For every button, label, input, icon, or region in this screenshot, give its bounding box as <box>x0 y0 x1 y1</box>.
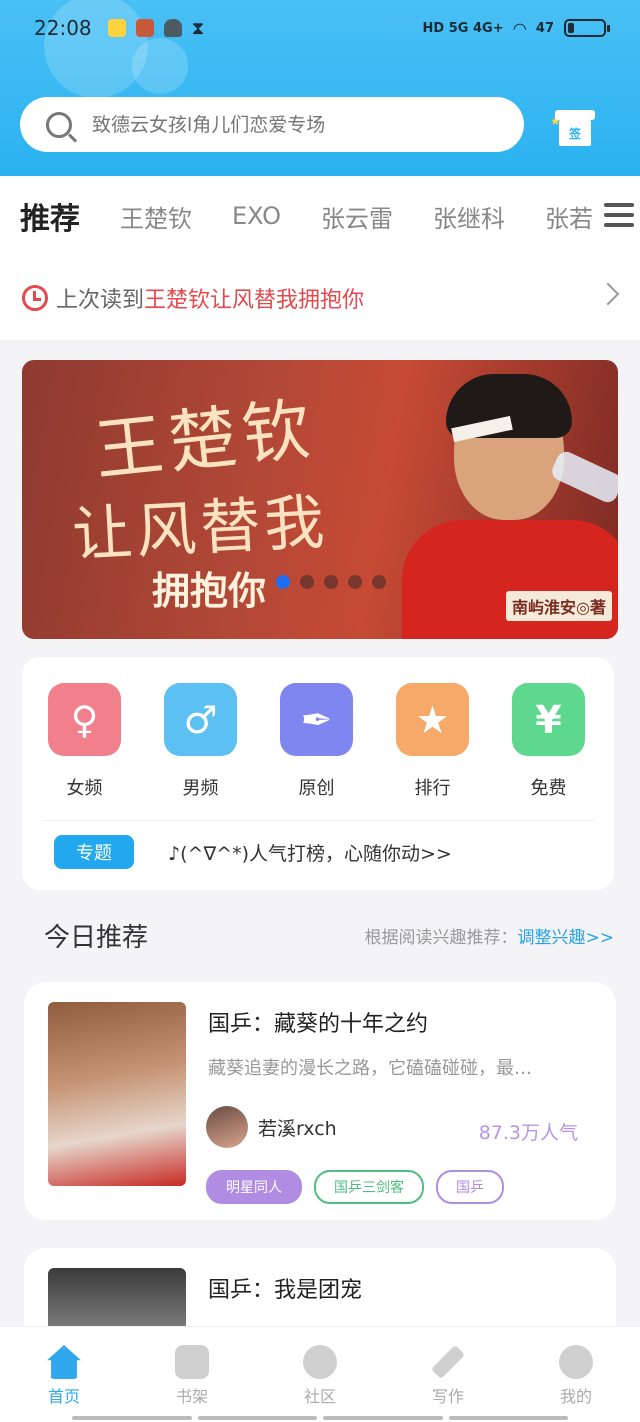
nav-label: 社区 <box>303 1387 336 1406</box>
pencil-icon <box>431 1345 465 1379</box>
book-title: 国乒：我是团宠 <box>208 1278 363 1303</box>
pagination-dot[interactable] <box>324 575 338 589</box>
bottom-nav: 首页 书架 社区 写作 我的 <box>0 1326 640 1422</box>
top-header: 22:08 ⧗ HD 5G 4G+ ◠ 47 ★ 签 <box>0 0 640 176</box>
banner-title-line3: 拥抱你 <box>152 569 267 613</box>
tab-recommend[interactable]: 推荐 <box>20 194 80 238</box>
nav-label: 我的 <box>559 1387 592 1406</box>
podium-icon: ★ <box>396 683 469 756</box>
book-description: 藏葵追妻的漫长之路，它磕磕碰碰，最… <box>208 1058 532 1079</box>
pagination-dot[interactable] <box>372 575 386 589</box>
author-name: 若溪rxch <box>258 1117 337 1140</box>
popularity-count: 87.3万人气 <box>478 1122 578 1144</box>
sign-label: 签 <box>559 120 591 146</box>
nav-home[interactable]: 首页 <box>0 1327 128 1422</box>
bookshelf-icon <box>175 1345 209 1379</box>
chat-bubble-icon <box>559 1345 593 1379</box>
banner-author: 南屿淮安◎著 <box>506 591 612 621</box>
book-card[interactable]: 国乒：藏葵的十年之约 藏葵追妻的漫长之路，它磕磕碰碰，最… 若溪rxch 87.… <box>24 982 616 1220</box>
game-icon <box>135 19 154 37</box>
nav-mine[interactable]: 我的 <box>512 1327 640 1422</box>
book-tag[interactable]: 国乒三剑客 <box>314 1170 424 1204</box>
nav-label: 写作 <box>431 1387 464 1406</box>
search-input[interactable] <box>92 113 452 136</box>
category-label: 原创 <box>298 778 335 799</box>
android-icon <box>163 19 182 37</box>
category-label: 女频 <box>66 778 103 799</box>
today-section-header: 今日推荐 根据阅读兴趣推荐：调整兴趣>> <box>0 910 640 960</box>
category-free[interactable]: ¥ 免费 <box>512 683 585 800</box>
book-tag[interactable]: 明星同人 <box>206 1170 302 1204</box>
topic-badge[interactable]: 专题 <box>54 835 134 869</box>
battery-icon <box>564 19 610 37</box>
banner-pagination <box>276 575 386 589</box>
tab-zhang-ruo[interactable]: 张若 <box>545 199 593 234</box>
planet-icon <box>303 1345 337 1379</box>
wifi-icon: ◠ <box>513 18 526 38</box>
search-icon <box>46 111 72 138</box>
status-time: 22:08 <box>34 16 92 40</box>
category-female[interactable]: ♀ 女频 <box>48 683 121 800</box>
topic-row[interactable]: 专题 ♪(^∇^*)人气打榜，心随你动>> <box>42 820 594 869</box>
category-label: 男频 <box>182 778 219 799</box>
nav-label: 首页 <box>47 1387 80 1406</box>
home-icon <box>47 1345 81 1379</box>
book-tags: 明星同人 国乒三剑客 国乒 <box>206 1170 504 1204</box>
nav-community[interactable]: 社区 <box>256 1327 384 1422</box>
yen-icon: ¥ <box>512 683 585 756</box>
hourglass-icon: ⧗ <box>191 17 205 39</box>
category-original[interactable]: ✒ 原创 <box>280 683 353 800</box>
book-author: 若溪rxch <box>206 1106 337 1148</box>
female-icon: ♀ <box>48 683 121 756</box>
last-read-title[interactable]: 王楚钦让风替我拥抱你 <box>144 282 364 314</box>
gesture-bar <box>72 1416 568 1420</box>
last-read-bar[interactable]: 上次读到 王楚钦让风替我拥抱你 <box>0 256 640 340</box>
sign-in-gift-button[interactable]: ★ 签 <box>550 104 598 146</box>
pagination-dot[interactable] <box>300 575 314 589</box>
section-title: 今日推荐 <box>44 922 149 953</box>
pen-nib-icon: ✒ <box>280 683 353 756</box>
search-bar[interactable] <box>20 97 524 152</box>
nav-bookshelf[interactable]: 书架 <box>128 1327 256 1422</box>
nav-label: 书架 <box>175 1387 208 1406</box>
clock-icon <box>22 285 48 311</box>
book-title: 国乒：藏葵的十年之约 <box>208 1012 429 1037</box>
category-label: 免费 <box>530 778 567 799</box>
category-panel: ♀ 女频 ♂ 男频 ✒ 原创 ★ 排行 ¥ 免费 专题 ♪(^∇^*)人气打榜，… <box>22 657 614 890</box>
male-icon: ♂ <box>164 683 237 756</box>
category-tabs: 推荐 王楚钦 EXO 张云雷 张继科 张若 <box>0 176 640 256</box>
category-ranking[interactable]: ★ 排行 <box>396 683 469 800</box>
network-indicator: HD 5G 4G+ <box>422 20 504 36</box>
banner-title-line2: 让风替我 <box>70 487 330 571</box>
adjust-interest-link[interactable]: 调整兴趣>> <box>518 928 615 948</box>
nav-write[interactable]: 写作 <box>384 1327 512 1422</box>
category-label: 排行 <box>414 778 451 799</box>
promo-banner[interactable]: 王楚钦 让风替我 拥抱你 南屿淮安◎著 <box>22 360 618 639</box>
pagination-dot[interactable] <box>276 575 290 589</box>
interest-hint: 根据阅读兴趣推荐：调整兴趣>> <box>364 927 615 948</box>
pagination-dot[interactable] <box>348 575 362 589</box>
book-tag[interactable]: 国乒 <box>436 1170 504 1204</box>
category-male[interactable]: ♂ 男频 <box>164 683 237 800</box>
menu-icon[interactable] <box>604 200 634 230</box>
status-bar: 22:08 ⧗ HD 5G 4G+ ◠ 47 <box>34 14 610 42</box>
avatar <box>206 1106 248 1148</box>
notification-icon <box>107 19 126 37</box>
tab-exo[interactable]: EXO <box>232 202 281 230</box>
last-read-label: 上次读到 <box>56 288 145 313</box>
book-cover <box>48 1002 186 1186</box>
topic-text[interactable]: ♪(^∇^*)人气打榜，心随你动>> <box>168 839 452 866</box>
tab-zhang-yunlei[interactable]: 张云雷 <box>321 199 393 234</box>
battery-level: 47 <box>535 20 554 36</box>
tab-zhang-jike[interactable]: 张继科 <box>433 199 505 234</box>
chevron-right-icon <box>596 282 620 306</box>
tab-wang-chuqin[interactable]: 王楚钦 <box>120 199 192 234</box>
